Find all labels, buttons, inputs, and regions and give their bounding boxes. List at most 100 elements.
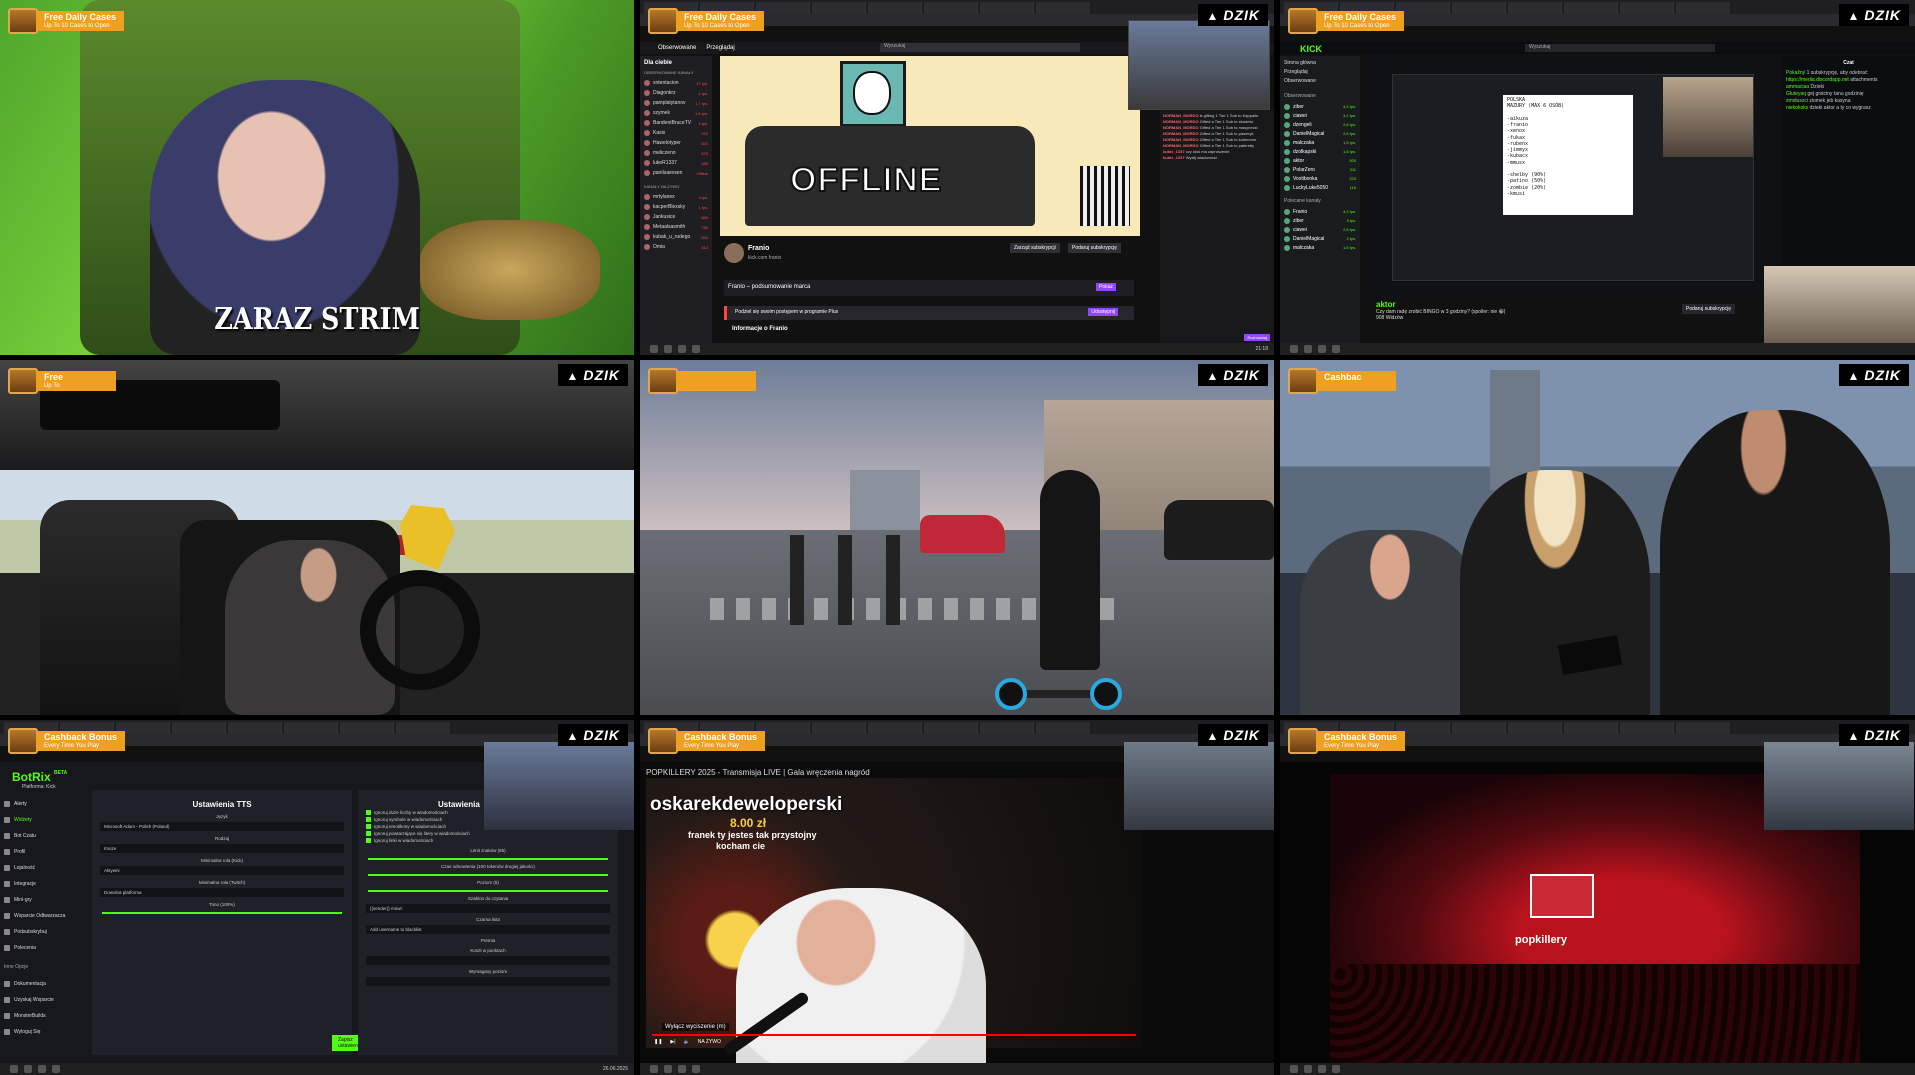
search-icon[interactable]	[24, 1065, 32, 1073]
menu-item-referrals[interactable]: Polecenia	[4, 940, 84, 956]
menu-item-alerts[interactable]: Alerty	[4, 796, 84, 812]
menu-item-monsterbuilds[interactable]: MonsterBuilds	[4, 1008, 84, 1024]
menu-item-support[interactable]: Uzyskaj Wsparcie	[4, 992, 84, 1008]
app-icon[interactable]	[1318, 1065, 1326, 1073]
sidebar-channel[interactable]: lukeR1337 489	[644, 158, 708, 168]
chat-user[interactable]: NORMAN_MORDO	[1163, 131, 1199, 136]
menu-item-subscribe[interactable]: Podsubskrybuj	[4, 924, 84, 940]
browser-tab[interactable]	[1620, 722, 1674, 734]
start-icon[interactable]	[650, 345, 658, 353]
browser-tab[interactable]	[1452, 722, 1506, 734]
sidebar-channel[interactable]: aktor 920	[1284, 156, 1356, 165]
browser-tab[interactable]	[1676, 2, 1730, 14]
min-role-twitch-select[interactable]: Dowolna platforma	[100, 888, 344, 897]
chat-user[interactable]: NORMAN_MORDO	[1163, 137, 1199, 142]
sidebar-recommended[interactable]: malczaka 1,6 tys.	[1284, 243, 1356, 252]
offline-screen[interactable]: OFFLINE	[720, 56, 1140, 236]
chat-user[interactable]: niekokoks	[1786, 105, 1808, 111]
chat-user[interactable]: NORMAN_MORDO	[1163, 143, 1199, 148]
browser-tab[interactable]	[1676, 722, 1730, 734]
app-icon[interactable]	[1332, 345, 1340, 353]
play-pause-icon[interactable]: ❚❚	[654, 1039, 662, 1045]
browser-tab[interactable]	[980, 722, 1034, 734]
language-select[interactable]: Microsoft Adam - Polish (Poland)	[100, 822, 344, 831]
nav-browse[interactable]: Przeglądaj	[706, 45, 734, 51]
chat-send-button[interactable]: Rozmawiaj	[1244, 334, 1270, 341]
search-input[interactable]: Wyszukaj	[880, 43, 1080, 52]
search-icon[interactable]	[1304, 1065, 1312, 1073]
chat-user[interactable]: ammaciaa	[1786, 84, 1809, 90]
menu-item-integrations[interactable]: Integracje	[4, 876, 84, 892]
sidebar-recommended[interactable]: DanielMagical 2 tys.	[1284, 234, 1356, 243]
sidebar-channel[interactable]: ciawei 3,1 tys.	[1284, 111, 1356, 120]
app-icon[interactable]	[1318, 345, 1326, 353]
browser-tab[interactable]	[1620, 2, 1674, 14]
char-limit-slider[interactable]	[368, 858, 608, 860]
sidebar-channel[interactable]: paniIsaevsen Offline	[644, 168, 708, 178]
start-icon[interactable]	[10, 1065, 18, 1073]
gift-sub-button[interactable]: Podaruj subskrypcję	[1682, 304, 1736, 314]
taskbar-clock[interactable]: 26.06.2025	[603, 1066, 628, 1072]
channel-name[interactable]: Franio	[748, 245, 769, 252]
checkbox-row[interactable]: Ignoruj powtarzające się litery w wiadom…	[358, 830, 618, 837]
browser-tab[interactable]	[812, 722, 866, 734]
chat-user[interactable]: NORMAN_MORDO	[1163, 125, 1199, 130]
sidebar-channel[interactable]: malczaka 1,5 tys.	[1284, 138, 1356, 147]
chat-user[interactable]: Pokažný	[1786, 70, 1805, 76]
search-icon[interactable]	[1304, 345, 1312, 353]
sidebar-channel[interactable]: ziber 4,3 tys.	[1284, 102, 1356, 111]
sidebar-channel[interactable]: DanielMagical 2,6 tys.	[1284, 129, 1356, 138]
browser-tab[interactable]	[1396, 2, 1450, 14]
browser-tab[interactable]	[172, 722, 226, 734]
sidebar-recommended[interactable]: ciawei 2,8 tys.	[1284, 225, 1356, 234]
checkbox[interactable]	[366, 824, 371, 829]
app-icon[interactable]	[678, 1065, 686, 1073]
search-icon[interactable]	[664, 1065, 672, 1073]
start-icon[interactable]	[1290, 1065, 1298, 1073]
checkbox[interactable]	[366, 831, 371, 836]
kick-logo[interactable]: KICK	[1300, 44, 1322, 54]
sidebar-channel[interactable]: xntentacion 17 tys.	[644, 78, 708, 88]
browser-tab[interactable]	[1508, 2, 1562, 14]
browser-tab[interactable]	[924, 722, 978, 734]
stream-player[interactable]: POLSKA MAZURY (MAX 6 OSÓB) -aikuza -fran…	[1368, 56, 1778, 296]
menu-item-logout[interactable]: Wyloguj Się	[4, 1024, 84, 1040]
browser-tab[interactable]	[812, 2, 866, 14]
browser-tab[interactable]	[284, 722, 338, 734]
checkbox[interactable]	[366, 838, 371, 843]
cooldown-slider[interactable]	[368, 874, 608, 876]
required-level-input[interactable]	[366, 977, 610, 986]
sidebar-live-channel[interactable]: kacperBlexsky 1 tys.	[644, 202, 708, 212]
blacklist-input[interactable]: Add username to blacklist	[366, 925, 610, 934]
browser-tab[interactable]	[1452, 2, 1506, 14]
browser-tab[interactable]	[980, 2, 1034, 14]
search-icon[interactable]	[664, 345, 672, 353]
chat-link[interactable]: https://media.discordapp.net	[1786, 77, 1849, 83]
app-icon[interactable]	[38, 1065, 46, 1073]
menu-item-widgets[interactable]: Widżety	[4, 812, 84, 828]
browser-tab[interactable]	[1036, 722, 1090, 734]
sidebar-live-channel[interactable]: Jankusice 884	[644, 212, 708, 222]
template-input[interactable]: {{sender}} mówi:	[366, 904, 610, 913]
browser-tab[interactable]	[396, 722, 450, 734]
app-icon[interactable]	[692, 345, 700, 353]
app-icon[interactable]	[52, 1065, 60, 1073]
menu-item-loyalty[interactable]: Lojalność	[4, 860, 84, 876]
chat-user[interactable]: Gluteyaq	[1786, 91, 1806, 97]
start-icon[interactable]	[1290, 345, 1298, 353]
app-icon[interactable]	[692, 1065, 700, 1073]
sidebar-recommended[interactable]: Franio 4,3 tys.	[1284, 207, 1356, 216]
menu-item-chatbot[interactable]: Bot Czatu	[4, 828, 84, 844]
sidebar-channel[interactable]: PolarZero 311	[1284, 165, 1356, 174]
browser-tab[interactable]	[1564, 2, 1618, 14]
browser-tab[interactable]	[924, 2, 978, 14]
browser-tab[interactable]	[756, 2, 810, 14]
unmute-tooltip[interactable]: Wyłącz wyciszenie (m)	[662, 1023, 729, 1031]
sidebar-channel[interactable]: Diagonkrz 1 tys.	[644, 88, 708, 98]
menu-item-player-support[interactable]: Wsparcie Odtwarzacza	[4, 908, 84, 924]
sidebar-recommended[interactable]: ziber 3 tys.	[1284, 216, 1356, 225]
sidebar-channel[interactable]: meliczeno 579	[644, 148, 708, 158]
chat-user[interactable]: kubix_1337	[1163, 155, 1185, 160]
nav-browse[interactable]: Przeglądaj	[1284, 69, 1356, 78]
nav-following[interactable]: Obserwowane	[658, 45, 696, 51]
